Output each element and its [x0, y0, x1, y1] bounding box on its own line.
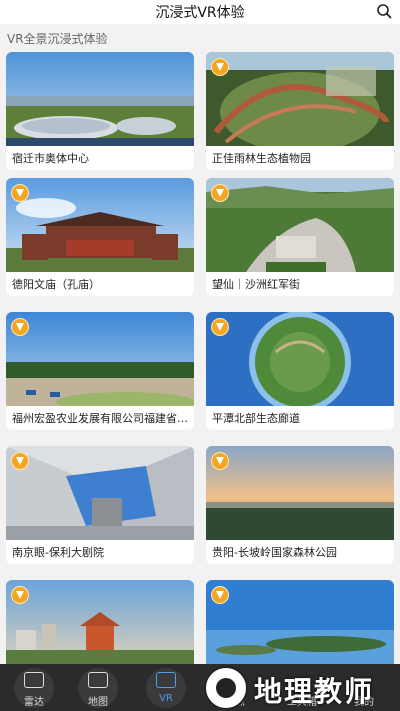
tab-label: VR — [159, 693, 173, 704]
tab-radar[interactable]: 雷达 — [8, 664, 60, 711]
tab-label: 地图 — [88, 697, 108, 708]
top-bar: 沉浸式VR体验 — [0, 0, 400, 24]
card-photo — [6, 52, 194, 146]
card-photo — [206, 580, 394, 672]
watermark-logo — [204, 666, 248, 710]
card-photo — [6, 580, 194, 672]
tab-label: 雷达 — [24, 697, 44, 708]
card-caption: 德阳文庙（孔庙） — [12, 278, 100, 291]
vr-card[interactable]: 南京眼-保利大剧院 — [6, 446, 194, 564]
tab-vr[interactable]: VR — [140, 664, 192, 711]
tab-map[interactable]: 地图 — [72, 664, 124, 711]
section-title: VR全景沉浸式体验 — [7, 32, 108, 46]
card-caption: 福州宏盈农业发展有限公司福建省… — [12, 412, 188, 425]
vr-card[interactable]: 德阳文庙（孔庙） — [6, 178, 194, 296]
vr-card[interactable] — [6, 580, 194, 672]
card-photo — [206, 446, 394, 540]
card-caption: 宿迁市奥体中心 — [12, 152, 89, 165]
radar-icon — [24, 672, 44, 688]
watermark-text: 地理教师 — [254, 675, 375, 708]
vr-badge-icon — [211, 452, 229, 470]
vr-card[interactable]: 望仙｜沙洲红军街 — [206, 178, 394, 296]
vr-badge-icon — [11, 318, 29, 336]
card-caption: 南京眼-保利大剧院 — [12, 546, 104, 559]
vr-glasses-icon — [156, 672, 176, 688]
card-caption: 正佳雨林生态植物园 — [212, 152, 311, 165]
card-photo — [6, 178, 194, 272]
map-icon — [88, 672, 108, 688]
watermark: 地理教师 — [200, 664, 400, 711]
vr-badge-icon — [211, 58, 229, 76]
card-photo — [206, 52, 394, 146]
vr-card[interactable]: 平潭北部生态廊道 — [206, 312, 394, 430]
section-header: VR全景沉浸式体验 — [0, 24, 400, 52]
vr-badge-icon — [211, 184, 229, 202]
vr-badge-icon — [11, 586, 29, 604]
vr-card[interactable]: 宿迁市奥体中心 — [6, 52, 194, 170]
vr-card[interactable]: 福州宏盈农业发展有限公司福建省… — [6, 312, 194, 430]
card-photo — [206, 178, 394, 272]
card-photo — [6, 312, 194, 406]
vr-badge-icon — [11, 452, 29, 470]
card-photo — [206, 312, 394, 406]
vr-card[interactable] — [206, 580, 394, 672]
card-caption: 望仙｜沙洲红军街 — [212, 278, 300, 291]
search-icon[interactable] — [376, 3, 392, 19]
card-caption: 平潭北部生态廊道 — [212, 412, 300, 425]
vr-badge-icon — [211, 318, 229, 336]
card-photo — [6, 446, 194, 540]
vr-card[interactable]: 贵阳-长坡岭国家森林公园 — [206, 446, 394, 564]
card-caption: 贵阳-长坡岭国家森林公园 — [212, 546, 337, 559]
vr-card-grid: 宿迁市奥体中心 正佳雨林生态植物园 德阳文庙（孔庙） 望仙｜沙洲红军街 福州宏盈… — [0, 52, 400, 672]
vr-card[interactable]: 正佳雨林生态植物园 — [206, 52, 394, 170]
page-title: 沉浸式VR体验 — [155, 5, 245, 21]
vr-badge-icon — [11, 184, 29, 202]
vr-badge-icon — [211, 586, 229, 604]
